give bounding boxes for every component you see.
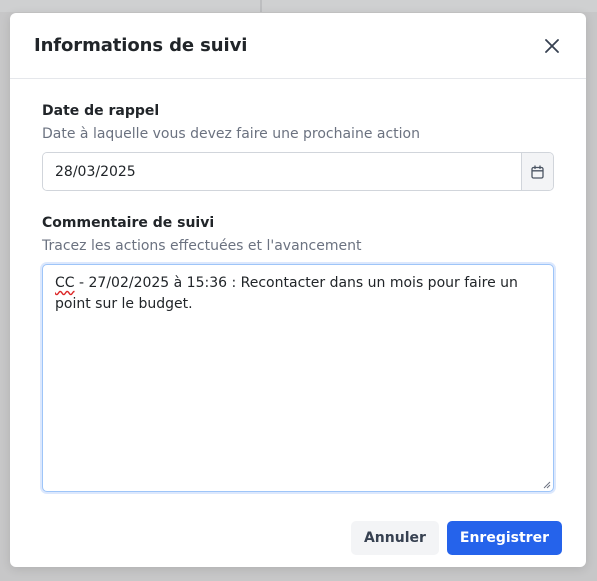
reminder-date-label: Date de rappel: [42, 103, 160, 119]
calendar-icon: [531, 164, 544, 179]
reminder-date-input[interactable]: [43, 153, 521, 190]
comment-initials: CC: [55, 275, 75, 291]
calendar-button[interactable]: [521, 153, 553, 190]
save-button[interactable]: Enregistrer: [446, 521, 562, 555]
comment-label: Commentaire de suivi: [42, 215, 215, 231]
close-button[interactable]: [540, 34, 564, 58]
dialog-header: Informations de suivi: [10, 13, 586, 79]
reminder-date-help: Date à laquelle vous devez faire une pro…: [42, 126, 420, 142]
dialog-title: Informations de suivi: [34, 35, 248, 56]
close-icon: [545, 38, 559, 53]
resize-handle-icon[interactable]: [543, 481, 551, 489]
dialog-footer: Annuler Enregistrer: [350, 521, 562, 555]
follow-up-dialog: Informations de suivi Date de rappel Dat…: [10, 13, 586, 567]
backdrop-divider: [260, 0, 262, 12]
reminder-date-group: [42, 152, 554, 191]
backdrop: [0, 0, 597, 12]
comment-section: Commentaire de suivi Tracez les actions …: [42, 213, 554, 492]
reminder-date-section: Date de rappel Date à laquelle vous deve…: [42, 101, 554, 191]
comment-textarea[interactable]: CC - 27/02/2025 à 15:36 : Recontacter da…: [42, 264, 554, 492]
comment-help: Tracez les actions effectuées et l'avanc…: [42, 238, 362, 254]
dialog-body: Date de rappel Date à laquelle vous deve…: [10, 79, 586, 492]
cancel-button[interactable]: Annuler: [350, 521, 439, 555]
comment-text: CC - 27/02/2025 à 15:36 : Recontacter da…: [55, 273, 541, 315]
comment-body: - 27/02/2025 à 15:36 : Recontacter dans …: [55, 275, 518, 312]
